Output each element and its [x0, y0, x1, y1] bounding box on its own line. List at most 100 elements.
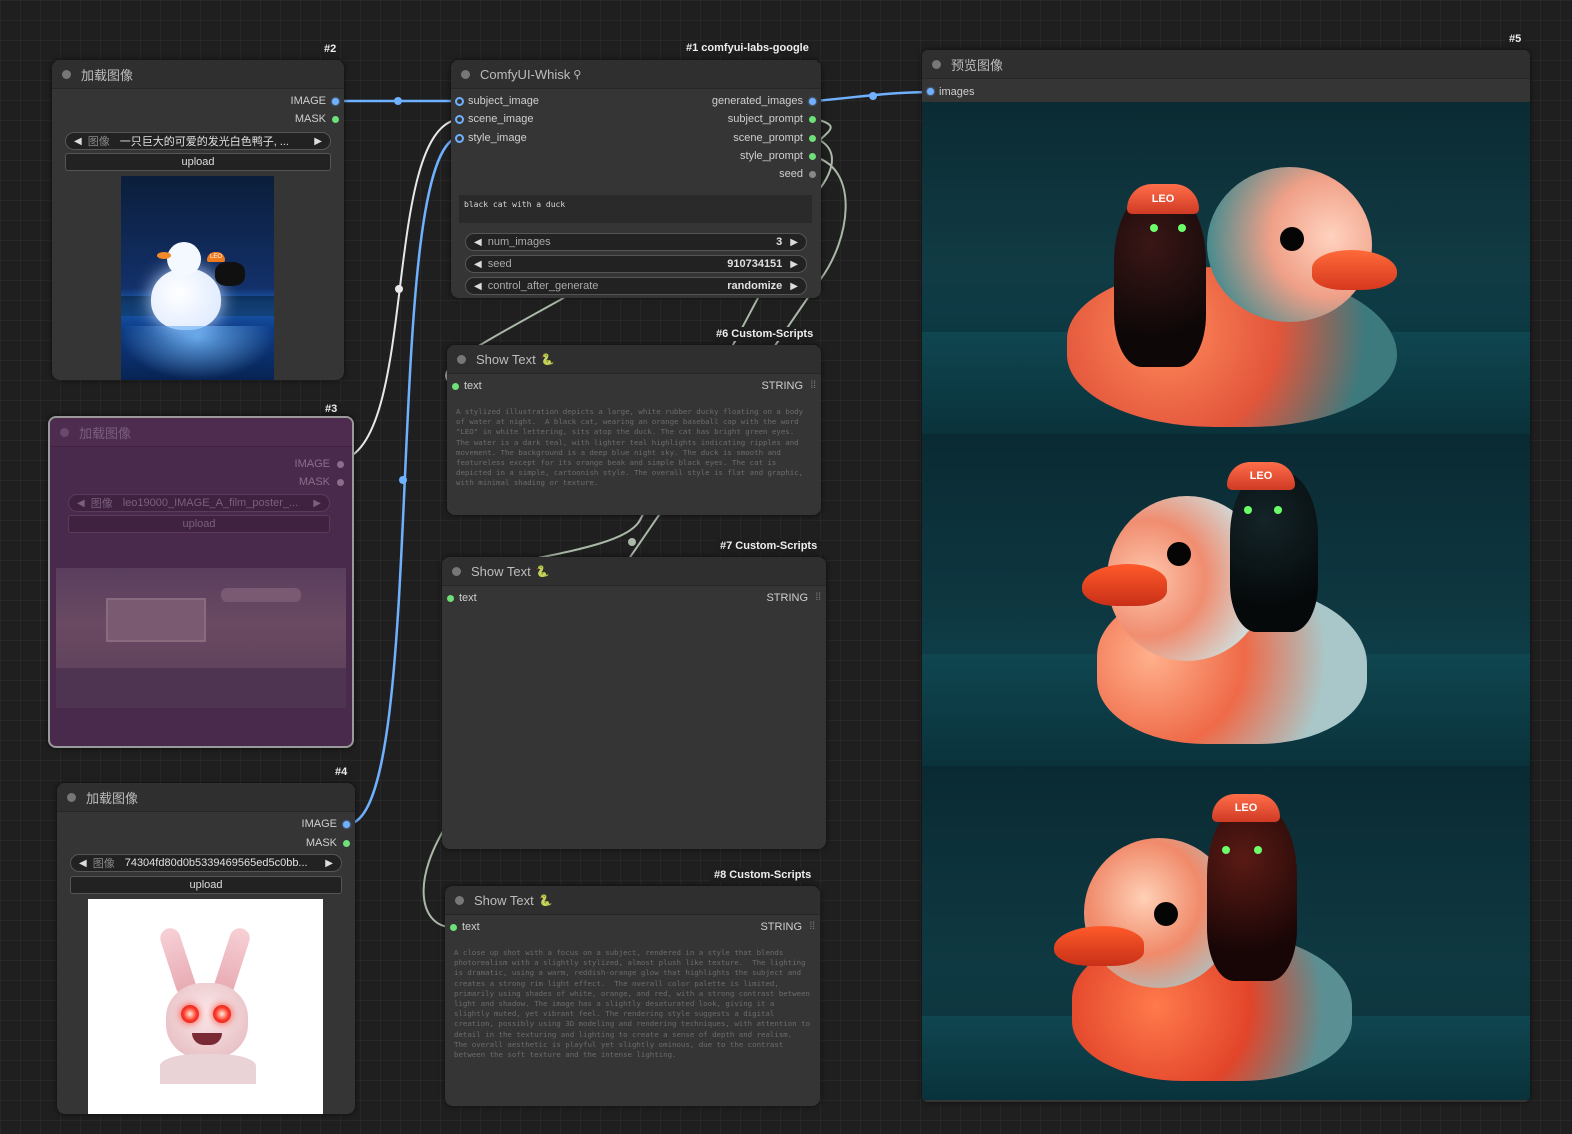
input-port-images[interactable]: [927, 88, 934, 95]
node-header[interactable]: Show Text 🐍: [445, 886, 820, 915]
input-port-text[interactable]: [452, 383, 459, 390]
collapse-dot-icon[interactable]: [461, 69, 470, 79]
next-arrow-icon[interactable]: ▶: [325, 858, 333, 869]
grip-icon[interactable]: ⁞⁞: [809, 921, 815, 932]
image-select-widget[interactable]: ◀ 图像 leo19000_IMAGE_A_film_poster_... ▶: [68, 494, 330, 512]
load-image-node-1[interactable]: 加载图像 IMAGE MASK ◀ 图像 一只巨大的可爱的发光白色鸭子, ...…: [52, 60, 344, 380]
load-image-node-3[interactable]: 加载图像 IMAGE MASK ◀ 图像 74304fd80d0b5339469…: [57, 783, 355, 1114]
output-port-subject-prompt[interactable]: [809, 116, 816, 123]
output-port-seed[interactable]: [809, 171, 816, 178]
upload-button[interactable]: upload: [68, 515, 330, 533]
preview-image-node[interactable]: 预览图像 images LEO LEO LEO: [922, 50, 1530, 1102]
widget-value: 74304fd80d0b5339469565ed5c0bb...: [124, 857, 308, 869]
num-images-widget[interactable]: ◀ num_images 3 ▶: [465, 233, 807, 251]
collapse-dot-icon[interactable]: [457, 354, 466, 364]
widget-label: seed: [487, 258, 512, 270]
prev-arrow-icon[interactable]: ◀: [79, 858, 87, 869]
node-title: Show Text: [476, 351, 536, 367]
next-arrow-icon[interactable]: ▶: [314, 136, 322, 147]
widget-label: 图像: [92, 858, 115, 870]
collapse-dot-icon[interactable]: [932, 59, 941, 69]
preview-image-2[interactable]: LEO: [922, 434, 1530, 766]
node-header[interactable]: 加载图像: [57, 783, 355, 812]
duck-body-shape: [151, 268, 221, 330]
cat-eye-right-shape: [1178, 224, 1186, 232]
output-mask-label: MASK: [298, 476, 330, 488]
show-text-content[interactable]: [451, 619, 816, 839]
collapse-dot-icon[interactable]: [60, 427, 69, 437]
widget-value: randomize: [727, 280, 783, 292]
show-text-content[interactable]: A stylized illustration depicts a large,…: [456, 407, 811, 507]
seed-widget[interactable]: ◀ seed 910734151 ▶: [465, 255, 807, 273]
whisk-icon: ⚲: [573, 68, 582, 81]
widget-label: control_after_generate: [487, 280, 599, 292]
output-image-port[interactable]: [343, 821, 350, 828]
image-select-widget[interactable]: ◀ 图像 74304fd80d0b5339469565ed5c0bb... ▶: [70, 854, 342, 872]
cat-eye-left-shape: [1222, 846, 1230, 854]
node-header[interactable]: 加载图像: [52, 60, 344, 89]
collapse-dot-icon[interactable]: [67, 792, 76, 802]
whisk-node[interactable]: ComfyUI-Whisk ⚲ subject_image scene_image…: [451, 60, 821, 298]
output-mask-port[interactable]: [337, 479, 344, 486]
node-header[interactable]: Show Text 🐍: [442, 557, 826, 586]
node-id-badge: #4: [331, 765, 352, 779]
collapse-dot-icon[interactable]: [455, 895, 464, 905]
node-header[interactable]: 预览图像: [922, 50, 1530, 79]
input-port-subject-image[interactable]: [455, 97, 464, 106]
input-label: images: [939, 86, 975, 98]
next-arrow-icon[interactable]: ▶: [313, 498, 321, 509]
output-label: scene_prompt: [733, 132, 803, 144]
control-after-generate-widget[interactable]: ◀ control_after_generate randomize ▶: [465, 277, 807, 295]
prev-arrow-icon[interactable]: ◀: [77, 498, 85, 509]
node-header[interactable]: 加载图像: [50, 418, 352, 447]
output-port-scene-prompt[interactable]: [809, 135, 816, 142]
glowing-eye-left-shape: [181, 1005, 199, 1023]
type-label: STRING: [766, 592, 808, 604]
node-header[interactable]: ComfyUI-Whisk ⚲: [451, 60, 821, 89]
show-text-node-1[interactable]: Show Text 🐍 text STRING ⁞⁞ A stylized ill…: [447, 345, 821, 515]
cat-eye-right-shape: [1274, 506, 1282, 514]
upload-button[interactable]: upload: [65, 153, 331, 171]
increment-arrow-icon[interactable]: ▶: [790, 259, 798, 270]
show-text-node-3[interactable]: Show Text 🐍 text STRING ⁞⁞ A close up sho…: [445, 886, 820, 1106]
increment-arrow-icon[interactable]: ▶: [790, 281, 798, 292]
collapse-dot-icon[interactable]: [62, 69, 71, 79]
preview-image-1[interactable]: LEO: [922, 102, 1530, 434]
image-thumbnail: [56, 568, 346, 708]
input-label: scene_image: [468, 113, 534, 125]
input-port-text[interactable]: [447, 595, 454, 602]
increment-arrow-icon[interactable]: ▶: [790, 237, 798, 248]
collapse-dot-icon[interactable]: [452, 566, 461, 576]
output-port-style-prompt[interactable]: [809, 153, 816, 160]
grip-icon[interactable]: ⁞⁞: [810, 380, 816, 391]
node-title: 加载图像: [81, 67, 134, 83]
node-header[interactable]: Show Text 🐍: [447, 345, 821, 374]
load-image-node-2-muted[interactable]: 加载图像 IMAGE MASK ◀ 图像 leo19000_IMAGE_A_fi…: [48, 416, 354, 748]
output-mask-port[interactable]: [343, 840, 350, 847]
input-port-style-image[interactable]: [455, 134, 464, 143]
duck-eye-shape: [1280, 227, 1304, 251]
decrement-arrow-icon[interactable]: ◀: [474, 281, 482, 292]
cat-shape: [1207, 806, 1297, 981]
output-image-port[interactable]: [332, 98, 339, 105]
preview-image-3[interactable]: LEO: [922, 766, 1530, 1100]
show-text-content[interactable]: A close up shot with a focus on a subjec…: [454, 948, 811, 1098]
prev-arrow-icon[interactable]: ◀: [74, 136, 82, 147]
show-text-node-2[interactable]: Show Text 🐍 text STRING ⁞⁞: [442, 557, 826, 849]
prompt-textarea[interactable]: black cat with a duck: [459, 195, 812, 223]
output-label: generated_images: [711, 95, 803, 107]
grip-icon[interactable]: ⁞⁞: [815, 592, 821, 603]
node-id-badge: #2: [320, 42, 341, 56]
output-port-generated-images[interactable]: [809, 98, 816, 105]
decrement-arrow-icon[interactable]: ◀: [474, 259, 482, 270]
input-label: style_image: [468, 132, 527, 144]
cat-cap-shape: LEO: [1127, 184, 1199, 214]
decrement-arrow-icon[interactable]: ◀: [474, 237, 482, 248]
input-port-scene-image[interactable]: [455, 115, 464, 124]
output-mask-port[interactable]: [332, 116, 339, 123]
widget-label: num_images: [487, 236, 551, 248]
input-port-text[interactable]: [450, 924, 457, 931]
upload-button[interactable]: upload: [70, 876, 342, 894]
image-select-widget[interactable]: ◀ 图像 一只巨大的可爱的发光白色鸭子, ... ▶: [65, 132, 331, 150]
output-image-port[interactable]: [337, 461, 344, 468]
